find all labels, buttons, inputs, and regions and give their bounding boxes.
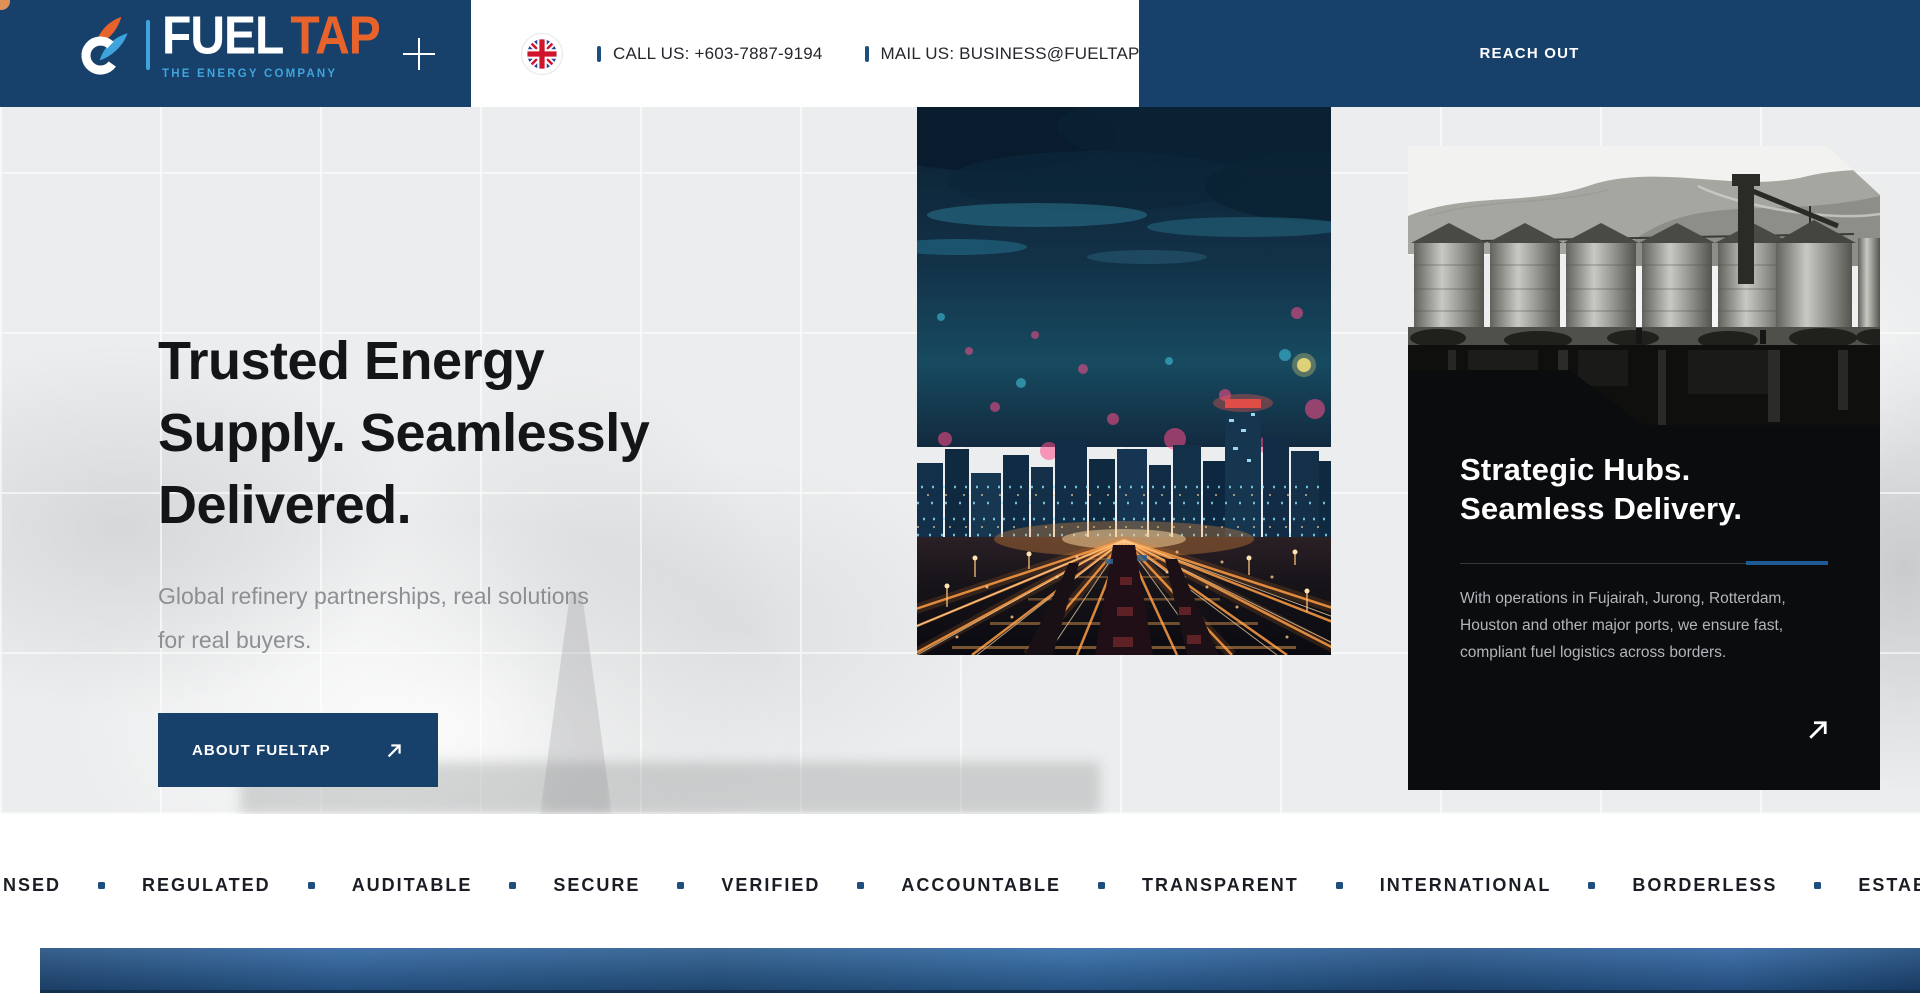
header-contact-bar: CALL US: +603-7887-9194 MAIL US: BUSINES… — [471, 0, 1139, 107]
header-brand-block: FUELTAP THE ENERGY COMPANY — [0, 0, 471, 107]
marquee-item: SECURE — [553, 875, 640, 896]
about-button-label: ABOUT FUELTAP — [192, 742, 331, 759]
flame-drop-icon — [76, 13, 134, 77]
header-cta-block: REACH OUT — [1139, 0, 1920, 107]
strategic-hubs-card[interactable]: Strategic Hubs. Seamless Delivery. With … — [1408, 146, 1880, 790]
call-us-link[interactable]: CALL US: +603-7887-9194 — [613, 44, 823, 64]
call-us-item: CALL US: +603-7887-9194 — [597, 44, 823, 64]
hero-title: Trusted Energy Supply. Seamlessly Delive… — [158, 325, 649, 541]
marquee-dot-icon — [1588, 882, 1595, 889]
logo-tagline: THE ENERGY COMPANY — [162, 68, 380, 80]
reach-out-link[interactable]: REACH OUT — [1480, 45, 1580, 62]
tick-bar-icon — [865, 46, 869, 62]
marquee-item: ESTABLISHED — [1858, 875, 1920, 896]
marquee-item: TRANSPARENT — [1142, 875, 1299, 896]
logo-wordmark: FUELTAP — [162, 10, 380, 64]
marquee-dot-icon — [98, 882, 105, 889]
hero-section: Trusted Energy Supply. Seamlessly Delive… — [0, 107, 1920, 814]
marquee-item: INTERNATIONAL — [1380, 875, 1552, 896]
logo-divider — [146, 20, 150, 70]
about-fueltap-button[interactable]: ABOUT FUELTAP — [158, 713, 438, 787]
tick-bar-icon — [597, 46, 601, 62]
header: FUELTAP THE ENERGY COMPANY — [0, 0, 1920, 107]
logo-text-tap: TAP — [290, 7, 379, 66]
menu-plus-button[interactable] — [400, 35, 438, 73]
card-body-text: With operations in Fujairah, Jurong, Rot… — [1460, 585, 1786, 666]
marquee-item: VERIFIED — [721, 875, 820, 896]
marquee-item: NSED — [3, 875, 61, 896]
marquee-item: REGULATED — [142, 875, 271, 896]
marquee-item: BORDERLESS — [1632, 875, 1777, 896]
marquee-dot-icon — [1814, 882, 1821, 889]
arrow-up-right-icon — [384, 739, 406, 761]
card-arrow-up-right-icon[interactable] — [1804, 714, 1834, 744]
card-title: Strategic Hubs. Seamless Delivery. — [1460, 450, 1742, 528]
marquee-dot-icon — [1098, 882, 1105, 889]
marquee-dot-icon — [509, 882, 516, 889]
page: FUELTAP THE ENERGY COMPANY — [0, 0, 1920, 993]
marquee-row: NSED REGULATED AUDITABLE SECURE VERIFIED… — [3, 875, 1920, 896]
marquee-dot-icon — [857, 882, 864, 889]
card-panel: Strategic Hubs. Seamless Delivery. With … — [1408, 370, 1880, 790]
card-divider — [1460, 563, 1828, 564]
trust-marquee: NSED REGULATED AUDITABLE SECURE VERIFIED… — [0, 814, 1920, 948]
card-divider-accent — [1746, 561, 1828, 565]
mail-us-link[interactable]: MAIL US: BUSINESS@FUELTAP.CO — [881, 44, 1169, 64]
marquee-dot-icon — [308, 882, 315, 889]
logo[interactable]: FUELTAP THE ENERGY COMPANY — [76, 10, 380, 80]
hero-image-rail-yard — [917, 107, 1331, 655]
mail-us-item: MAIL US: BUSINESS@FUELTAP.CO — [865, 44, 1169, 64]
hero-subtitle: Global refinery partnerships, real solut… — [158, 574, 589, 662]
marquee-dot-icon — [1336, 882, 1343, 889]
logo-text-fuel: FUEL — [162, 7, 283, 66]
marquee-dot-icon — [677, 882, 684, 889]
bottom-blue-bar — [40, 948, 1920, 993]
uk-flag-icon[interactable] — [521, 33, 563, 75]
marquee-item: ACCOUNTABLE — [901, 875, 1061, 896]
marquee-item: AUDITABLE — [352, 875, 473, 896]
